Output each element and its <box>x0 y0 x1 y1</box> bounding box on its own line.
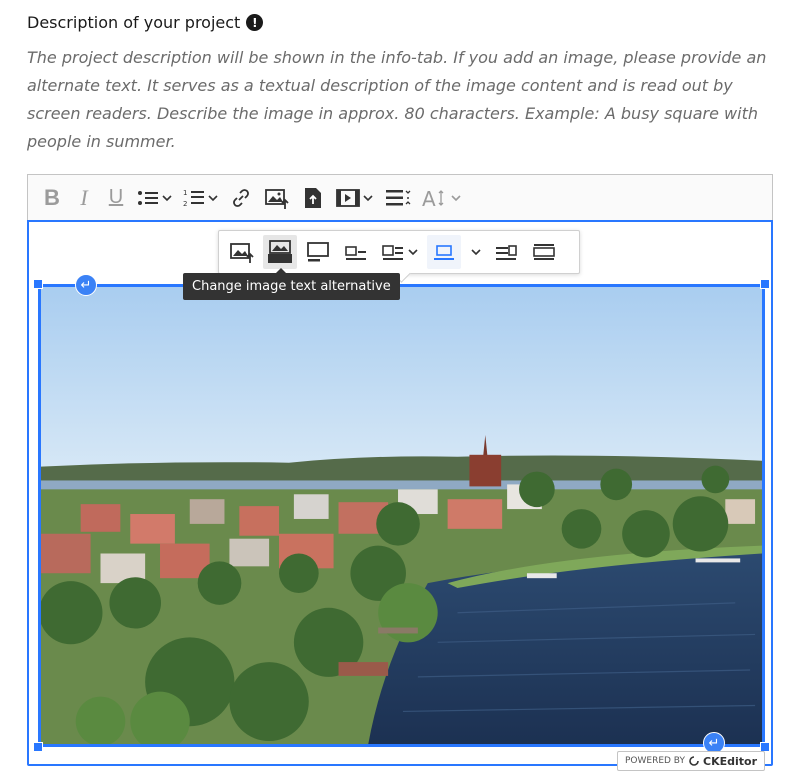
insert-paragraph-before-button[interactable]: ↵ <box>75 274 97 296</box>
chevron-down-icon <box>471 249 481 256</box>
alt-text-tooltip: Change image text alternative <box>183 268 400 300</box>
editor-toolbar: B I U 12 A <box>27 174 773 220</box>
link-button[interactable] <box>226 181 256 215</box>
full-width-image-button[interactable] <box>527 235 561 269</box>
help-text: The project description will be shown in… <box>27 48 767 151</box>
rich-text-editor: B I U 12 A ↵ ↵ Change image text alterna… <box>27 174 773 771</box>
insert-image-button[interactable] <box>260 181 294 215</box>
image-inline-button[interactable] <box>339 235 373 269</box>
align-justify-icon <box>386 189 411 205</box>
text-size-button[interactable]: A <box>418 181 466 215</box>
powered-by-badge[interactable]: POWERED BY CKEditor <box>616 751 765 771</box>
image-contextual-toolbar <box>218 230 580 274</box>
alignment-button[interactable] <box>382 181 414 215</box>
caption-icon <box>307 242 329 262</box>
chevron-down-icon <box>408 249 418 256</box>
numbered-list-button[interactable]: 12 <box>180 181 222 215</box>
powered-by-text: POWERED BY <box>624 756 685 766</box>
bulleted-list-button[interactable] <box>134 181 176 215</box>
wrap-text-icon <box>382 245 403 260</box>
wrap-text-button[interactable] <box>377 235 423 269</box>
break-text-icon <box>434 245 454 260</box>
inline-image-icon <box>345 246 366 260</box>
svg-text:A: A <box>422 187 436 209</box>
media-embed-button[interactable] <box>332 181 378 215</box>
exclamation-circle-icon[interactable]: ! <box>246 14 264 31</box>
chevron-down-icon <box>451 194 461 201</box>
toggle-caption-button[interactable] <box>301 235 335 269</box>
selected-image[interactable] <box>38 284 765 747</box>
bold-button[interactable]: B <box>38 181 66 215</box>
upload-file-button[interactable] <box>298 181 328 215</box>
chevron-down-icon <box>208 194 218 201</box>
replace-image-button[interactable] <box>225 235 259 269</box>
ckeditor-logo-icon <box>689 756 699 766</box>
break-text-dropdown[interactable] <box>465 235 485 269</box>
italic-button[interactable]: I <box>70 181 98 215</box>
return-arrow-icon: ↵ <box>80 277 92 293</box>
text-size-icon: A <box>422 187 444 209</box>
numbered-list-icon: 12 <box>183 189 204 208</box>
alt-text-icon <box>268 240 292 263</box>
file-upload-icon <box>305 187 321 208</box>
return-arrow-icon: ↵ <box>708 735 720 751</box>
svg-text:2: 2 <box>183 200 187 208</box>
chevron-down-icon <box>162 194 172 201</box>
resize-handle-bottom-left[interactable] <box>33 742 43 752</box>
resize-handle-top-left[interactable] <box>33 279 43 289</box>
media-icon <box>336 188 360 207</box>
full-width-image-icon <box>533 244 555 260</box>
ckeditor-brand: CKEditor <box>703 754 757 768</box>
link-icon <box>233 188 249 207</box>
lake-town-photo <box>41 287 762 744</box>
change-alt-text-button[interactable] <box>263 235 297 269</box>
side-image-button[interactable] <box>489 235 523 269</box>
field-label-row: Description of your project ! <box>27 13 264 32</box>
underline-button[interactable]: U <box>102 181 130 215</box>
resize-handle-top-right[interactable] <box>760 279 770 289</box>
side-image-icon <box>496 245 517 260</box>
svg-text:1: 1 <box>183 189 187 197</box>
image-upload-icon <box>265 188 289 209</box>
field-label: Description of your project <box>27 13 241 32</box>
editor-content-area[interactable]: ↵ ↵ Change image text alternative POWERE… <box>27 220 773 771</box>
chevron-down-icon <box>363 194 373 201</box>
image-upload-icon <box>230 243 254 263</box>
bulleted-list-icon <box>138 190 158 205</box>
break-text-button[interactable] <box>427 235 461 269</box>
